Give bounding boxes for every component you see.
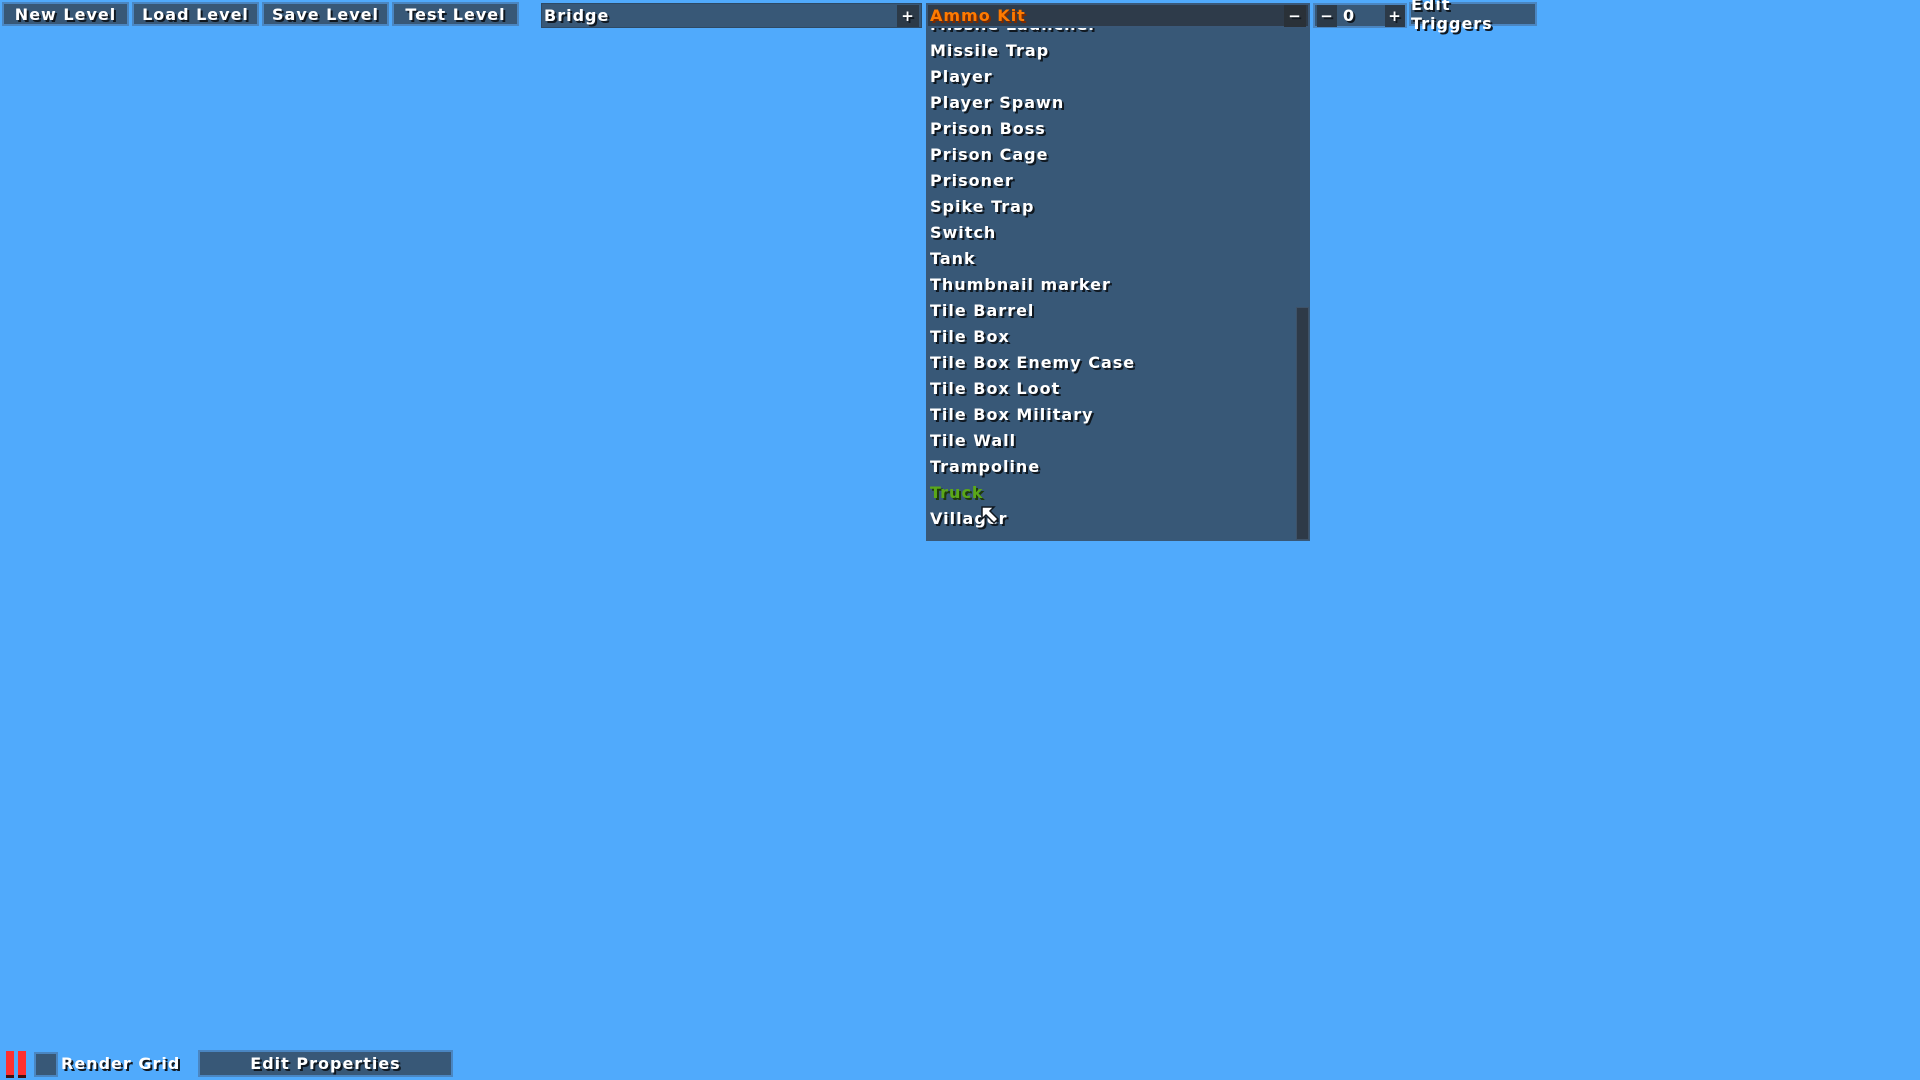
- entity-list-item[interactable]: Tile Box Loot: [930, 376, 1060, 402]
- entity-list-item[interactable]: Prison Cage: [930, 142, 1048, 168]
- layer-value: 0: [1343, 6, 1356, 25]
- entity-list-item[interactable]: Tile Box: [930, 324, 1010, 350]
- entity-dropdown-list[interactable]: Missile LauncherMissile TrapPlayerPlayer…: [926, 28, 1310, 541]
- entity-list-item[interactable]: Player Spawn: [930, 90, 1064, 116]
- entity-list-item[interactable]: Thumbnail marker: [930, 272, 1111, 298]
- entity-list-item[interactable]: Trampoline: [930, 454, 1040, 480]
- new-level-button[interactable]: New Level: [2, 2, 129, 26]
- layer-decrement-button[interactable]: −: [1317, 5, 1337, 27]
- collapse-dropdown-button[interactable]: −: [1284, 5, 1306, 27]
- entity-selector[interactable]: Ammo Kit −: [926, 3, 1310, 28]
- entity-list-item[interactable]: Spike Trap: [930, 194, 1034, 220]
- test-level-button[interactable]: Test Level: [392, 2, 519, 26]
- entity-list-item[interactable]: Player: [930, 64, 993, 90]
- entity-list-item[interactable]: Tile Wall: [930, 428, 1016, 454]
- entity-list-item[interactable]: Tile Box Enemy Case: [930, 350, 1135, 376]
- level-selector[interactable]: Bridge +: [541, 3, 922, 28]
- entity-list-item[interactable]: Switch: [930, 220, 996, 246]
- edit-triggers-button[interactable]: Edit Triggers: [1409, 0, 1537, 33]
- entity-list-item[interactable]: Missile Launcher: [930, 28, 1097, 38]
- entity-list-item[interactable]: Prison Boss: [930, 116, 1046, 142]
- level-selector-value: Bridge: [544, 6, 610, 25]
- render-grid-checkbox[interactable]: [34, 1052, 58, 1077]
- add-level-button[interactable]: +: [897, 5, 919, 27]
- entity-list-item[interactable]: Tile Box Military: [930, 402, 1094, 428]
- layer-increment-button[interactable]: +: [1385, 5, 1405, 27]
- entity-list-item[interactable]: Prisoner: [930, 168, 1014, 194]
- entity-list-item[interactable]: Tile Barrel: [930, 298, 1034, 324]
- load-level-button[interactable]: Load Level: [132, 2, 259, 26]
- scrollbar-thumb[interactable]: [1296, 307, 1309, 540]
- mouse-cursor-icon: [981, 506, 1000, 525]
- entity-list-item[interactable]: Truck: [930, 480, 984, 506]
- edit-properties-button[interactable]: Edit Properties: [198, 1050, 453, 1077]
- entity-selector-value: Ammo Kit: [930, 6, 1026, 25]
- save-level-button[interactable]: Save Level: [262, 2, 389, 26]
- render-grid-label: Render Grid: [61, 1054, 181, 1073]
- entity-list-item[interactable]: Tank: [930, 246, 976, 272]
- pause-icon[interactable]: [6, 1051, 28, 1078]
- layer-stepper: − 0 +: [1313, 3, 1407, 28]
- scrollbar-track[interactable]: [1295, 28, 1310, 541]
- entity-list-item[interactable]: Missile Trap: [930, 38, 1049, 64]
